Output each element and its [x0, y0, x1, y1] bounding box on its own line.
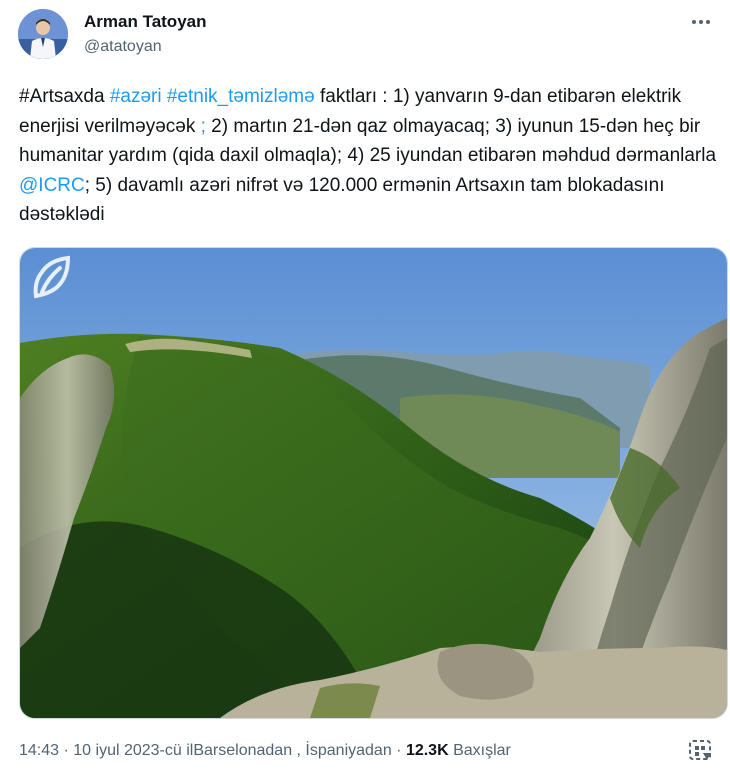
views-label: Baxışlar: [448, 742, 511, 759]
tweet-text-segment: ; 5) davamlı azəri nifrət və 120.000 erm…: [19, 174, 665, 226]
bookmark-grid-icon: [689, 740, 711, 760]
bookmark-button[interactable]: [688, 739, 714, 763]
views-count[interactable]: 12.3K: [406, 742, 449, 759]
avatar-photo: [18, 9, 68, 59]
post-location: Barselonadan , İspaniyadan: [193, 742, 392, 759]
tweet-text: #Artsaxda #azəri #etnik_təmizləmə faktla…: [19, 82, 719, 230]
post-date[interactable]: 10 iyul 2023-cü il: [73, 742, 193, 759]
author-block: Arman Tatoyan @atatoyan: [84, 11, 207, 58]
tweet-text-segment: #Artsaxda: [19, 86, 110, 107]
landscape-photo: [20, 248, 727, 718]
tweet-link[interactable]: #etnik_təmizləmə: [167, 86, 315, 107]
tweet-card: Arman Tatoyan @atatoyan #Artsaxda #azəri…: [0, 0, 730, 774]
tweet-link[interactable]: @ICRC: [19, 175, 85, 196]
more-options-button[interactable]: [686, 9, 716, 35]
post-time[interactable]: 14:43: [19, 742, 59, 759]
tweet-meta: 14:43 · 10 iyul 2023-cü ilBarselonadan ,…: [19, 740, 511, 762]
meta-separator: ·: [59, 742, 74, 759]
avatar[interactable]: [18, 9, 68, 59]
tweet-link[interactable]: #azəri: [110, 86, 162, 107]
author-name[interactable]: Arman Tatoyan: [84, 11, 207, 33]
tweet-photo[interactable]: [19, 247, 728, 719]
more-dots-icon: [692, 20, 710, 24]
meta-separator: ·: [391, 742, 406, 759]
author-handle[interactable]: @atatoyan: [84, 36, 207, 58]
